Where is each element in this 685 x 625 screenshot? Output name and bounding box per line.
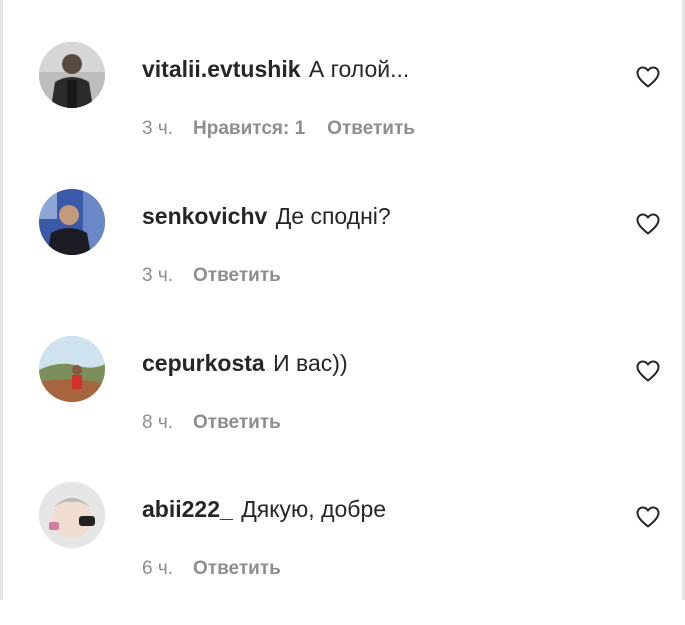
comment-body: Дякую, добре: [241, 496, 387, 522]
comment-username[interactable]: senkovichv: [142, 203, 267, 229]
comment-time[interactable]: 8 ч.: [142, 411, 173, 435]
heart-outline-icon[interactable]: [636, 360, 660, 382]
comment-body: Де сподні?: [275, 203, 391, 229]
avatar-image: [39, 189, 105, 255]
comment-item: vitalii.evtushik А голой... 3 ч. Нравится…: [3, 38, 685, 185]
comment-item: abii222_ Дякую, добре 6 ч. Ответить: [3, 478, 685, 625]
comment-time[interactable]: 3 ч.: [142, 117, 173, 141]
comment-text-line: cepurkosta И вас)): [142, 348, 348, 378]
comment-text-line: vitalii.evtushik А голой...: [142, 54, 409, 84]
comment-time[interactable]: 6 ч.: [142, 557, 173, 581]
avatar[interactable]: [39, 336, 105, 402]
heart-outline-icon[interactable]: [636, 66, 660, 88]
comment-meta: 8 ч. Ответить: [142, 411, 281, 435]
heart-outline-icon[interactable]: [636, 213, 660, 235]
reply-button[interactable]: Ответить: [193, 557, 281, 581]
reply-button[interactable]: Ответить: [193, 411, 281, 435]
reply-button[interactable]: Ответить: [327, 117, 415, 141]
comment-text-line: abii222_ Дякую, добре: [142, 494, 386, 524]
comment-time[interactable]: 3 ч.: [142, 264, 173, 288]
comment-likes-count[interactable]: Нравится: 1: [193, 117, 305, 141]
avatar[interactable]: [39, 482, 105, 548]
heart-outline-icon[interactable]: [636, 506, 660, 528]
avatar[interactable]: [39, 189, 105, 255]
comment-item: cepurkosta И вас)) 8 ч. Ответить: [3, 332, 685, 479]
comment-username[interactable]: abii222_: [142, 496, 233, 522]
comment-item: senkovichv Де сподні? 3 ч. Ответить: [3, 185, 685, 332]
avatar-image: [39, 336, 105, 402]
avatar-image: [39, 42, 105, 108]
reply-button[interactable]: Ответить: [193, 264, 281, 288]
comment-username[interactable]: cepurkosta: [142, 350, 265, 376]
comment-text-line: senkovichv Де сподні?: [142, 201, 391, 231]
comment-body: И вас)): [273, 350, 348, 376]
comment-username[interactable]: vitalii.evtushik: [142, 56, 301, 82]
comment-meta: 3 ч. Ответить: [142, 264, 281, 288]
comment-meta: 3 ч. Нравится: 1 Ответить: [142, 117, 415, 141]
avatar[interactable]: [39, 42, 105, 108]
avatar-image: [39, 482, 105, 548]
comment-meta: 6 ч. Ответить: [142, 557, 281, 581]
comment-body: А голой...: [308, 56, 410, 82]
comments-panel: vitalii.evtushik А голой... 3 ч. Нравится…: [0, 0, 685, 600]
